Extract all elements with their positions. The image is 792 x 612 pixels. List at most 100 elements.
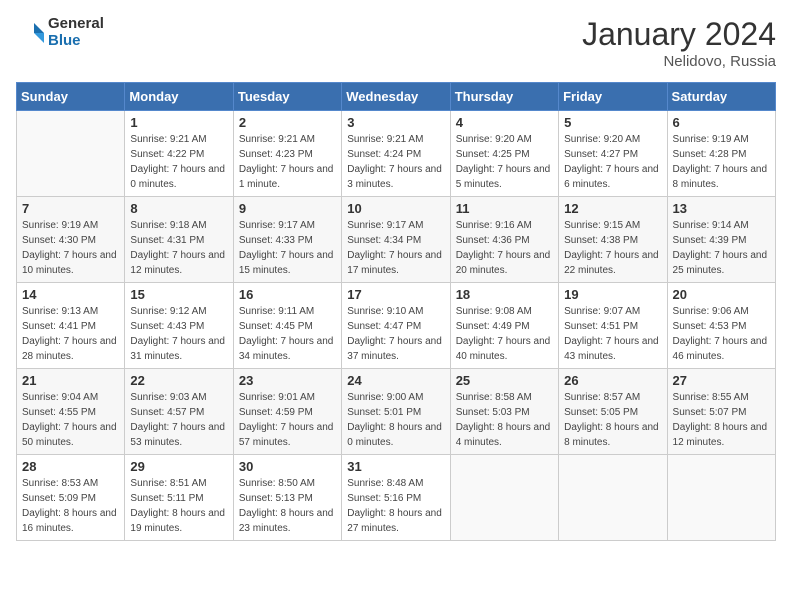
day-number: 6 <box>673 115 770 130</box>
col-header-thursday: Thursday <box>450 83 558 111</box>
day-number: 26 <box>564 373 661 388</box>
col-header-saturday: Saturday <box>667 83 775 111</box>
day-number: 27 <box>673 373 770 388</box>
day-info: Sunrise: 9:18 AMSunset: 4:31 PMDaylight:… <box>130 218 227 278</box>
day-cell: 30Sunrise: 8:50 AMSunset: 5:13 PMDayligh… <box>233 455 341 541</box>
day-info: Sunrise: 9:20 AMSunset: 4:25 PMDaylight:… <box>456 132 553 192</box>
day-cell: 8 Sunrise: 9:18 AMSunset: 4:31 PMDaylight… <box>125 197 233 283</box>
day-cell <box>559 455 667 541</box>
month-year: January 2024 <box>582 16 776 53</box>
day-cell: 29 Sunrise: 8:51 AMSunset: 5:11 PMDayligh… <box>125 455 233 541</box>
day-info: Sunrise: 9:00 AMSunset: 5:01 PMDaylight:… <box>347 390 444 450</box>
week-row-5: 28 Sunrise: 8:53 AMSunset: 5:09 PMDayligh… <box>17 455 776 541</box>
day-number: 11 <box>456 201 553 216</box>
day-number: 18 <box>456 287 553 302</box>
day-cell: 20 Sunrise: 9:06 AMSunset: 4:53 PMDayligh… <box>667 283 775 369</box>
day-cell: 19 Sunrise: 9:07 AMSunset: 4:51 PMDayligh… <box>559 283 667 369</box>
day-number: 17 <box>347 287 444 302</box>
day-cell: 10 Sunrise: 9:17 AMSunset: 4:34 PMDayligh… <box>342 197 450 283</box>
day-info: Sunrise: 9:12 AMSunset: 4:43 PMDaylight:… <box>130 304 227 364</box>
day-info: Sunrise: 8:50 AMSunset: 5:13 PMDaylight:… <box>239 476 336 536</box>
day-info: Sunrise: 9:11 AMSunset: 4:45 PMDaylight:… <box>239 304 336 364</box>
day-number: 31 <box>347 459 444 474</box>
day-number: 15 <box>130 287 227 302</box>
day-info: Sunrise: 8:53 AMSunset: 5:09 PMDaylight:… <box>22 476 119 536</box>
day-number: 28 <box>22 459 119 474</box>
day-number: 8 <box>130 201 227 216</box>
day-number: 25 <box>456 373 553 388</box>
day-cell: 24 Sunrise: 9:00 AMSunset: 5:01 PMDayligh… <box>342 369 450 455</box>
day-number: 4 <box>456 115 553 130</box>
col-header-wednesday: Wednesday <box>342 83 450 111</box>
page-header: General Blue January 2024 Nelidovo, Russ… <box>16 16 776 70</box>
day-info: Sunrise: 9:03 AMSunset: 4:57 PMDaylight:… <box>130 390 227 450</box>
day-cell: 27Sunrise: 8:55 AMSunset: 5:07 PMDayligh… <box>667 369 775 455</box>
day-cell: 22 Sunrise: 9:03 AMSunset: 4:57 PMDayligh… <box>125 369 233 455</box>
day-cell: 25Sunrise: 8:58 AMSunset: 5:03 PMDayligh… <box>450 369 558 455</box>
week-row-1: 1 Sunrise: 9:21 AMSunset: 4:22 PMDaylight… <box>17 111 776 197</box>
day-cell: 28 Sunrise: 8:53 AMSunset: 5:09 PMDayligh… <box>17 455 125 541</box>
logo: General Blue <box>16 16 104 49</box>
day-cell: 16 Sunrise: 9:11 AMSunset: 4:45 PMDayligh… <box>233 283 341 369</box>
day-cell: 7 Sunrise: 9:19 AMSunset: 4:30 PMDaylight… <box>17 197 125 283</box>
day-info: Sunrise: 9:07 AMSunset: 4:51 PMDaylight:… <box>564 304 661 364</box>
day-cell: 4 Sunrise: 9:20 AMSunset: 4:25 PMDaylight… <box>450 111 558 197</box>
day-cell: 17Sunrise: 9:10 AMSunset: 4:47 PMDayligh… <box>342 283 450 369</box>
day-cell: 18Sunrise: 9:08 AMSunset: 4:49 PMDayligh… <box>450 283 558 369</box>
day-cell <box>667 455 775 541</box>
day-number: 21 <box>22 373 119 388</box>
day-number: 5 <box>564 115 661 130</box>
day-info: Sunrise: 9:21 AMSunset: 4:22 PMDaylight:… <box>130 132 227 192</box>
day-info: Sunrise: 9:17 AMSunset: 4:33 PMDaylight:… <box>239 218 336 278</box>
day-cell: 6 Sunrise: 9:19 AMSunset: 4:28 PMDaylight… <box>667 111 775 197</box>
day-info: Sunrise: 9:20 AMSunset: 4:27 PMDaylight:… <box>564 132 661 192</box>
day-info: Sunrise: 9:21 AMSunset: 4:23 PMDaylight:… <box>239 132 336 192</box>
title-block: January 2024 Nelidovo, Russia <box>582 16 776 70</box>
logo-blue: Blue <box>48 33 104 50</box>
calendar-table: SundayMondayTuesdayWednesdayThursdayFrid… <box>16 82 776 541</box>
logo-icon <box>16 19 44 47</box>
day-number: 16 <box>239 287 336 302</box>
day-info: Sunrise: 9:06 AMSunset: 4:53 PMDaylight:… <box>673 304 770 364</box>
day-info: Sunrise: 9:17 AMSunset: 4:34 PMDaylight:… <box>347 218 444 278</box>
day-cell: 31Sunrise: 8:48 AMSunset: 5:16 PMDayligh… <box>342 455 450 541</box>
day-number: 20 <box>673 287 770 302</box>
day-number: 29 <box>130 459 227 474</box>
week-row-4: 21Sunrise: 9:04 AMSunset: 4:55 PMDayligh… <box>17 369 776 455</box>
day-info: Sunrise: 8:57 AMSunset: 5:05 PMDaylight:… <box>564 390 661 450</box>
day-info: Sunrise: 9:21 AMSunset: 4:24 PMDaylight:… <box>347 132 444 192</box>
day-number: 7 <box>22 201 119 216</box>
day-number: 13 <box>673 201 770 216</box>
day-number: 22 <box>130 373 227 388</box>
day-info: Sunrise: 9:13 AMSunset: 4:41 PMDaylight:… <box>22 304 119 364</box>
day-info: Sunrise: 8:51 AMSunset: 5:11 PMDaylight:… <box>130 476 227 536</box>
day-number: 3 <box>347 115 444 130</box>
day-number: 9 <box>239 201 336 216</box>
day-number: 10 <box>347 201 444 216</box>
day-number: 1 <box>130 115 227 130</box>
col-header-monday: Monday <box>125 83 233 111</box>
day-number: 2 <box>239 115 336 130</box>
day-info: Sunrise: 9:19 AMSunset: 4:30 PMDaylight:… <box>22 218 119 278</box>
day-number: 12 <box>564 201 661 216</box>
day-cell: 11Sunrise: 9:16 AMSunset: 4:36 PMDayligh… <box>450 197 558 283</box>
day-cell: 21Sunrise: 9:04 AMSunset: 4:55 PMDayligh… <box>17 369 125 455</box>
day-cell: 3 Sunrise: 9:21 AMSunset: 4:24 PMDaylight… <box>342 111 450 197</box>
header-row: SundayMondayTuesdayWednesdayThursdayFrid… <box>17 83 776 111</box>
day-cell: 12 Sunrise: 9:15 AMSunset: 4:38 PMDayligh… <box>559 197 667 283</box>
day-cell: 2 Sunrise: 9:21 AMSunset: 4:23 PMDaylight… <box>233 111 341 197</box>
col-header-tuesday: Tuesday <box>233 83 341 111</box>
day-number: 19 <box>564 287 661 302</box>
location: Nelidovo, Russia <box>582 53 776 70</box>
day-number: 24 <box>347 373 444 388</box>
day-cell: 23Sunrise: 9:01 AMSunset: 4:59 PMDayligh… <box>233 369 341 455</box>
day-info: Sunrise: 9:19 AMSunset: 4:28 PMDaylight:… <box>673 132 770 192</box>
week-row-3: 14Sunrise: 9:13 AMSunset: 4:41 PMDayligh… <box>17 283 776 369</box>
col-header-friday: Friday <box>559 83 667 111</box>
day-number: 23 <box>239 373 336 388</box>
logo-general: General <box>48 16 104 33</box>
day-cell: 15 Sunrise: 9:12 AMSunset: 4:43 PMDayligh… <box>125 283 233 369</box>
day-info: Sunrise: 9:15 AMSunset: 4:38 PMDaylight:… <box>564 218 661 278</box>
logo-text: General Blue <box>48 16 104 49</box>
day-cell <box>450 455 558 541</box>
